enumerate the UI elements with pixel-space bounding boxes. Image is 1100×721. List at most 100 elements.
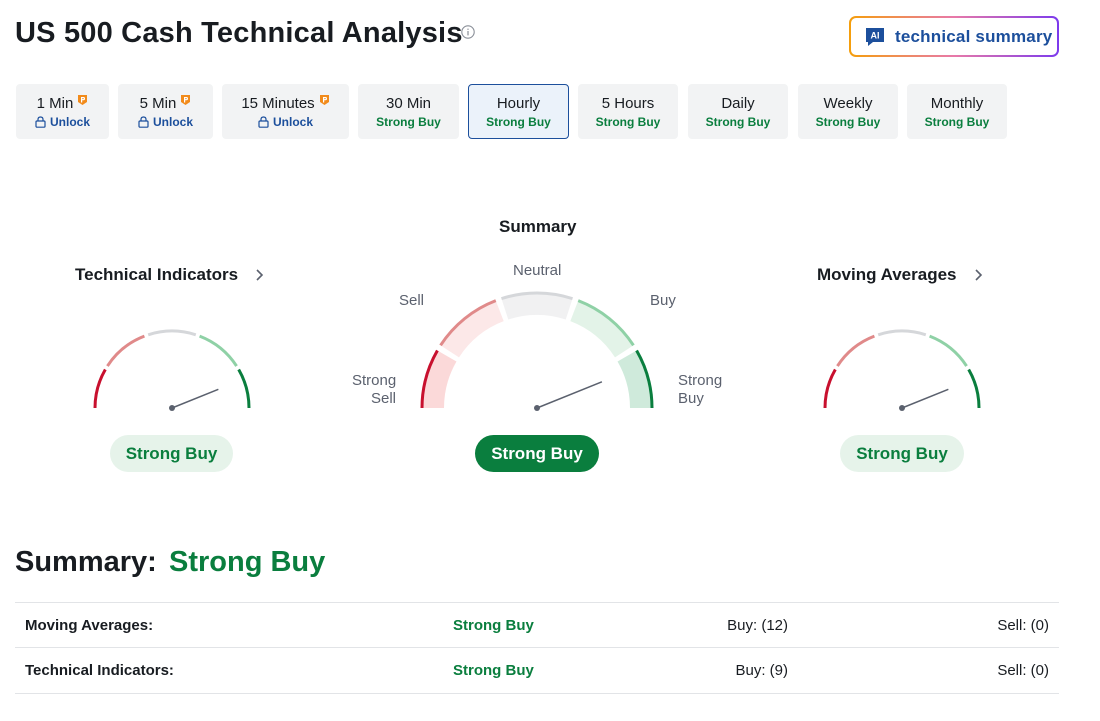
- tab-timeframe[interactable]: 15 Minutes Unlock: [222, 84, 349, 139]
- row-sell-count: Sell: (0): [997, 617, 1049, 634]
- tab-label: 1 Min: [37, 95, 89, 112]
- tab-status-text: Strong Buy: [815, 114, 881, 129]
- ai-chat-icon: AI: [866, 27, 884, 46]
- tab-status: Strong Buy: [596, 115, 661, 129]
- tab-label-text: 15 Minutes: [241, 94, 315, 112]
- strong-buy-segment: [237, 368, 251, 409]
- summary-value: Strong Buy: [169, 546, 326, 578]
- sell-segment-fill: [440, 300, 504, 358]
- row-sell-count: Sell: (0): [997, 662, 1049, 679]
- tab-status-text: Strong Buy: [924, 114, 990, 129]
- pro-badge-icon: [78, 95, 88, 105]
- row-buy-count: Buy: (9): [735, 662, 788, 679]
- tab-status-text: Strong Buy: [486, 114, 551, 129]
- moving-averages-gauge: [823, 329, 981, 411]
- technical-indicators-result: Strong Buy: [110, 435, 233, 472]
- tab-label: 5 Min: [140, 95, 192, 112]
- label-neutral: Neutral: [513, 262, 562, 279]
- tab-label-text: Hourly: [496, 94, 541, 112]
- tab-label: 15 Minutes: [241, 95, 329, 112]
- neutral-segment: [877, 329, 927, 337]
- tab-label-text: 30 Min: [385, 94, 432, 112]
- strong-buy-segment: [967, 368, 981, 409]
- pro-badge-icon: [319, 95, 329, 105]
- tab-timeframe[interactable]: Daily Strong Buy: [688, 84, 788, 139]
- ai-button-label: technical summary: [895, 26, 1053, 46]
- tab-timeframe[interactable]: 1 Min Unlock: [16, 84, 109, 139]
- table-row: Moving Averages: Strong Buy Buy: (12) Se…: [15, 602, 1059, 648]
- sell-segment: [836, 334, 875, 367]
- tab-label-text: Monthly: [930, 94, 984, 112]
- tab-timeframe[interactable]: 5 Min Unlock: [118, 84, 213, 139]
- gauge-needle-hub: [534, 405, 540, 411]
- gauge-needle-hub: [169, 405, 175, 411]
- gauge-needle: [901, 388, 949, 409]
- tab-status: Strong Buy: [816, 115, 881, 129]
- sell-segment: [106, 334, 145, 367]
- tab-timeframe[interactable]: 30 Min Strong Buy: [358, 84, 459, 139]
- table-row: Technical Indicators: Strong Buy Buy: (9…: [15, 647, 1059, 694]
- chevron-right-icon[interactable]: [254, 268, 264, 282]
- tab-status-text: Unlock: [272, 114, 313, 129]
- strong-buy-segment-fill: [617, 350, 652, 408]
- tab-label: Monthly: [931, 95, 984, 112]
- page-title: US 500 Cash Technical Analysis: [15, 17, 463, 49]
- tab-label-text: 5 Min: [139, 94, 177, 112]
- label-strong-sell: Strong Sell: [352, 372, 397, 407]
- row-label: Technical Indicators:: [25, 662, 174, 679]
- tab-label-text: 1 Min: [36, 94, 74, 112]
- tab-label-text: 5 Hours: [601, 94, 655, 112]
- tab-label-text: Weekly: [823, 94, 873, 112]
- lock-icon: [258, 115, 269, 128]
- tab-label: 30 Min: [386, 95, 431, 112]
- strong-sell-segment: [93, 368, 107, 409]
- tab-status-text: Unlock: [49, 114, 90, 129]
- tab-status: Strong Buy: [376, 115, 441, 129]
- gauge-needle: [536, 381, 603, 409]
- summary-gauge-title: Summary: [499, 217, 577, 236]
- tab-status: Strong Buy: [925, 115, 990, 129]
- buy-segment-fill: [570, 300, 634, 358]
- buy-segment: [199, 334, 238, 367]
- tab-status-text: Strong Buy: [595, 114, 661, 129]
- tab-timeframe[interactable]: Weekly Strong Buy: [798, 84, 898, 139]
- lock-icon: [138, 115, 149, 128]
- gauge-needle-hub: [899, 405, 905, 411]
- strong-sell-segment: [823, 368, 837, 409]
- summary-gauge-result: Strong Buy: [475, 435, 599, 472]
- summary-heading: Summary:: [15, 546, 157, 578]
- unlock-link[interactable]: Unlock: [35, 115, 90, 129]
- tab-label: Daily: [721, 95, 754, 112]
- tab-status: Strong Buy: [486, 115, 551, 129]
- tab-timeframe[interactable]: Hourly Strong Buy: [468, 84, 569, 139]
- strong-sell-segment-fill: [422, 350, 457, 408]
- technical-indicators-title[interactable]: Technical Indicators: [75, 265, 238, 285]
- row-label: Moving Averages:: [25, 617, 154, 634]
- technical-indicators-gauge: [93, 329, 251, 411]
- row-buy-count: Buy: (12): [727, 617, 788, 634]
- neutral-segment: [147, 329, 197, 337]
- tab-status-text: Unlock: [152, 114, 193, 129]
- summary-gauge: [420, 291, 654, 411]
- tab-status-text: Strong Buy: [705, 114, 771, 129]
- moving-averages-result: Strong Buy: [840, 435, 964, 472]
- tab-label: 5 Hours: [602, 95, 655, 112]
- info-icon[interactable]: [461, 25, 475, 39]
- tab-status: Strong Buy: [706, 115, 771, 129]
- chevron-right-icon[interactable]: [973, 268, 983, 282]
- unlock-link[interactable]: Unlock: [138, 115, 193, 129]
- moving-averages-title[interactable]: Moving Averages: [817, 265, 957, 285]
- pro-badge-icon: [181, 95, 191, 105]
- svg-text:AI: AI: [871, 30, 880, 40]
- row-signal: Strong Buy: [453, 662, 534, 679]
- buy-segment: [929, 334, 968, 367]
- unlock-link[interactable]: Unlock: [258, 115, 313, 129]
- tab-status-text: Strong Buy: [376, 114, 441, 129]
- tab-timeframe[interactable]: Monthly Strong Buy: [907, 84, 1007, 139]
- gauge-needle: [171, 388, 219, 409]
- label-strong-buy: Strong Buy: [678, 372, 723, 407]
- tab-timeframe[interactable]: 5 Hours Strong Buy: [578, 84, 678, 139]
- ai-technical-summary-button[interactable]: AI technical summary: [849, 16, 1059, 57]
- lock-icon: [35, 115, 46, 128]
- tab-label-text: Daily: [721, 94, 755, 112]
